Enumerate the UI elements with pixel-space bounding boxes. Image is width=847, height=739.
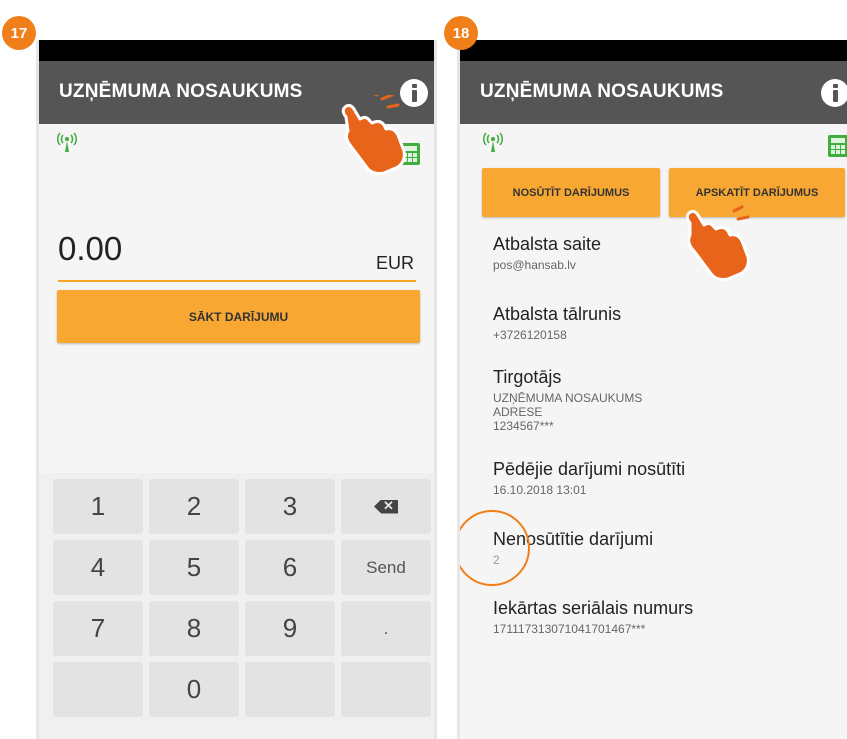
signal-icon	[482, 132, 504, 152]
merchant-address: ADRESE	[493, 405, 543, 419]
support-link-block: Atbalsta saite pos@hansab.lv	[493, 234, 601, 272]
merchant-id: 1234567***	[493, 419, 554, 433]
key-2[interactable]: 2	[149, 479, 239, 534]
merchant-name: UZŅĒMUMA NOSAUKUMS	[493, 391, 643, 405]
key-4[interactable]: 4	[53, 540, 143, 595]
key-0[interactable]: 0	[149, 662, 239, 717]
support-link-title: Atbalsta saite	[493, 234, 602, 254]
merchant-block: Tirgotājs UZŅĒMUMA NOSAUKUMS ADRESE 1234…	[493, 367, 642, 433]
highlight-circle	[460, 510, 530, 586]
status-bar	[39, 40, 434, 61]
serial-block: Iekārtas seriālais numurs 17111731307104…	[493, 598, 693, 636]
amount-underline	[58, 280, 416, 282]
app-title: UZŅĒMUMA NOSAUKUMS	[59, 81, 303, 102]
key-3[interactable]: 3	[245, 479, 335, 534]
blank-key-left	[53, 662, 143, 717]
info-icon[interactable]	[821, 79, 847, 107]
key-9[interactable]: 9	[245, 601, 335, 656]
key-5[interactable]: 5	[149, 540, 239, 595]
last-sent-value: 16.10.2018 13:01	[493, 483, 587, 497]
pointing-hand-icon	[686, 205, 750, 281]
step-badge-17: 17	[2, 16, 36, 50]
support-phone-value[interactable]: +3726120158	[493, 328, 621, 342]
phone-screen-18: UZŅĒMUMA NOSAUKUMS NOSŪTĪT DARĪJUMUS APS…	[457, 40, 847, 739]
key-8[interactable]: 8	[149, 601, 239, 656]
key-7[interactable]: 7	[53, 601, 143, 656]
key-6[interactable]: 6	[245, 540, 335, 595]
start-transaction-button[interactable]: SĀKT DARĪJUMU	[57, 290, 420, 343]
last-sent-title: Pēdējie darījumi nosūtīti	[493, 459, 686, 479]
currency-label: EUR	[375, 253, 414, 273]
app-bar: UZŅĒMUMA NOSAUKUMS	[460, 61, 847, 124]
blank-key-right	[341, 662, 431, 717]
blank-key-mid	[245, 662, 335, 717]
app-title: UZŅĒMUMA NOSAUKUMS	[480, 81, 724, 102]
calculator-icon[interactable]	[828, 135, 847, 157]
phone-screen-17: UZŅĒMUMA NOSAUKUMS 0.00 EUR SĀKT DARĪJUM…	[36, 40, 437, 739]
send-transactions-button[interactable]: NOSŪTĪT DARĪJUMUS	[482, 168, 660, 217]
serial-title: Iekārtas seriālais numurs	[493, 598, 694, 618]
last-sent-block: Pēdējie darījumi nosūtīti 16.10.2018 13:…	[493, 459, 685, 497]
pointing-hand-icon	[341, 95, 406, 175]
status-bar	[460, 40, 847, 61]
serial-value: 171117313071041701467***	[493, 622, 646, 636]
support-phone-block: Atbalsta tālrunis +3726120158	[493, 304, 621, 342]
amount-display: 0.00	[58, 230, 123, 267]
step-badge-18: 18	[444, 16, 478, 50]
support-phone-title: Atbalsta tālrunis	[493, 304, 622, 324]
merchant-title: Tirgotājs	[493, 367, 562, 387]
backspace-key[interactable]: ✕	[341, 479, 431, 534]
send-key[interactable]: Send	[341, 540, 431, 595]
decimal-key[interactable]: .	[341, 601, 431, 656]
backspace-icon: ✕	[374, 499, 398, 514]
numeric-keypad: 1 2 3 ✕ 4 5 6 Send 7 8 9 . 0	[39, 473, 434, 739]
key-1[interactable]: 1	[53, 479, 143, 534]
signal-icon	[56, 132, 78, 152]
support-link-value[interactable]: pos@hansab.lv	[493, 258, 601, 272]
